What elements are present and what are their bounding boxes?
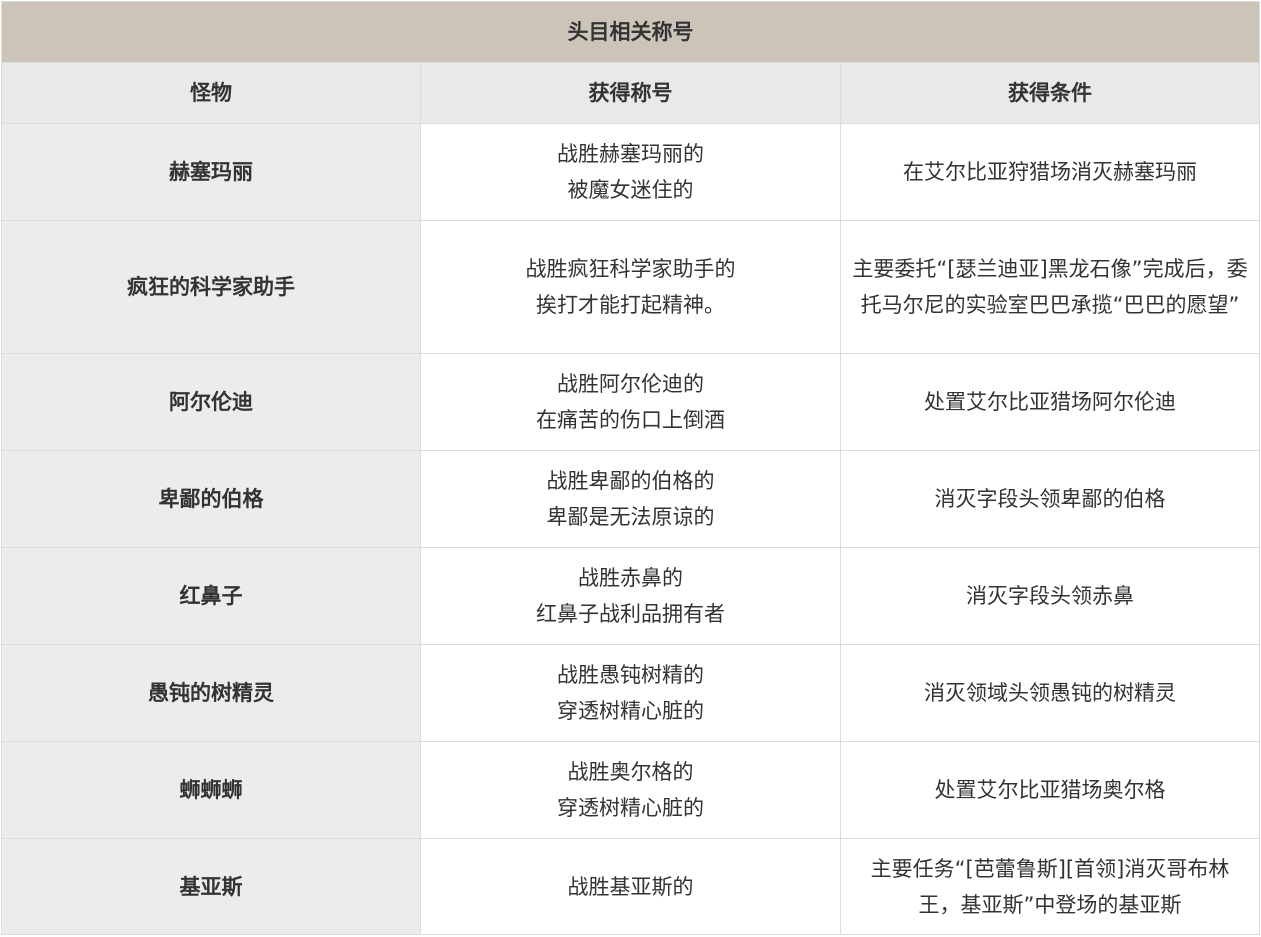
title-cell: 战胜阿尔伦迪的 在痛苦的伤口上倒酒 xyxy=(420,353,841,451)
title-line: 穿透树精心脏的 xyxy=(557,796,704,820)
title-line: 挨打才能打起精神。 xyxy=(536,293,725,317)
table-row: 基亚斯 战胜基亚斯的 主要任务“[芭蕾鲁斯][首领]消灭哥布林王，基亚斯”中登场… xyxy=(1,838,1260,935)
title-line: 在痛苦的伤口上倒酒 xyxy=(536,408,725,432)
title-cell: 战胜疯狂科学家助手的 挨打才能打起精神。 xyxy=(420,220,841,354)
title-line: 卑鄙是无法原谅的 xyxy=(546,505,715,529)
monster-cell: 红鼻子 xyxy=(1,547,421,645)
table-row: 蛳蛳蛳 战胜奥尔格的 穿透树精心脏的 处置艾尔比亚猎场奥尔格 xyxy=(1,741,1260,839)
monster-cell: 基亚斯 xyxy=(1,838,421,935)
monster-cell: 赫塞玛丽 xyxy=(1,123,421,221)
header-condition: 获得条件 xyxy=(840,62,1260,124)
monster-cell: 疯狂的科学家助手 xyxy=(1,220,421,354)
title-cell: 战胜卑鄙的伯格的 卑鄙是无法原谅的 xyxy=(420,450,841,548)
condition-cell: 消灭字段头领赤鼻 xyxy=(840,547,1260,645)
table-row: 卑鄙的伯格 战胜卑鄙的伯格的 卑鄙是无法原谅的 消灭字段头领卑鄙的伯格 xyxy=(1,450,1260,548)
table-title-row: 头目相关称号 xyxy=(1,1,1260,63)
title-line: 战胜阿尔伦迪的 xyxy=(557,372,704,396)
condition-cell: 消灭字段头领卑鄙的伯格 xyxy=(840,450,1260,548)
title-line: 被魔女迷住的 xyxy=(567,178,694,202)
title-line: 战胜基亚斯的 xyxy=(567,874,694,899)
title-line: 穿透树精心脏的 xyxy=(557,699,704,723)
table-title: 头目相关称号 xyxy=(1,1,1260,63)
monster-cell: 阿尔伦迪 xyxy=(1,353,421,451)
table-row: 阿尔伦迪 战胜阿尔伦迪的 在痛苦的伤口上倒酒 处置艾尔比亚猎场阿尔伦迪 xyxy=(1,353,1260,451)
title-cell: 战胜奥尔格的 穿透树精心脏的 xyxy=(420,741,841,839)
condition-cell: 在艾尔比亚狩猎场消灭赫塞玛丽 xyxy=(840,123,1260,221)
title-line: 战胜愚钝树精的 xyxy=(557,663,704,687)
condition-cell: 主要委托“[瑟兰迪亚]黑龙石像”完成后，委托马尔尼的实验室巴巴承揽“巴巴的愿望” xyxy=(840,220,1260,354)
title-line: 战胜疯狂科学家助手的 xyxy=(525,257,736,281)
table-header-row: 怪物 获得称号 获得条件 xyxy=(1,62,1260,124)
condition-cell: 消灭领域头领愚钝的树精灵 xyxy=(840,644,1260,742)
table-row: 疯狂的科学家助手 战胜疯狂科学家助手的 挨打才能打起精神。 主要委托“[瑟兰迪亚… xyxy=(1,220,1260,354)
header-title: 获得称号 xyxy=(420,62,841,124)
title-line: 红鼻子战利品拥有者 xyxy=(536,602,725,626)
condition-cell: 主要任务“[芭蕾鲁斯][首领]消灭哥布林王，基亚斯”中登场的基亚斯 xyxy=(840,838,1260,935)
table-row: 赫塞玛丽 战胜赫塞玛丽的 被魔女迷住的 在艾尔比亚狩猎场消灭赫塞玛丽 xyxy=(1,123,1260,221)
monster-cell: 愚钝的树精灵 xyxy=(1,644,421,742)
title-line: 战胜赤鼻的 xyxy=(578,566,683,590)
title-cell: 战胜赫塞玛丽的 被魔女迷住的 xyxy=(420,123,841,221)
title-cell: 战胜赤鼻的 红鼻子战利品拥有者 xyxy=(420,547,841,645)
title-line: 战胜赫塞玛丽的 xyxy=(557,142,704,166)
table-row: 愚钝的树精灵 战胜愚钝树精的 穿透树精心脏的 消灭领域头领愚钝的树精灵 xyxy=(1,644,1260,742)
condition-cell: 处置艾尔比亚猎场阿尔伦迪 xyxy=(840,353,1260,451)
title-line: 战胜卑鄙的伯格的 xyxy=(546,469,715,493)
monster-cell: 蛳蛳蛳 xyxy=(1,741,421,839)
monster-cell: 卑鄙的伯格 xyxy=(1,450,421,548)
table-row: 红鼻子 战胜赤鼻的 红鼻子战利品拥有者 消灭字段头领赤鼻 xyxy=(1,547,1260,645)
title-cell: 战胜愚钝树精的 穿透树精心脏的 xyxy=(420,644,841,742)
header-monster: 怪物 xyxy=(1,62,421,124)
condition-cell: 处置艾尔比亚猎场奥尔格 xyxy=(840,741,1260,839)
title-cell: 战胜基亚斯的 xyxy=(420,838,841,935)
boss-titles-table: 头目相关称号 怪物 获得称号 获得条件 赫塞玛丽 战胜赫塞玛丽的 被魔女迷住的 … xyxy=(1,1,1260,935)
title-line: 战胜奥尔格的 xyxy=(567,760,694,784)
